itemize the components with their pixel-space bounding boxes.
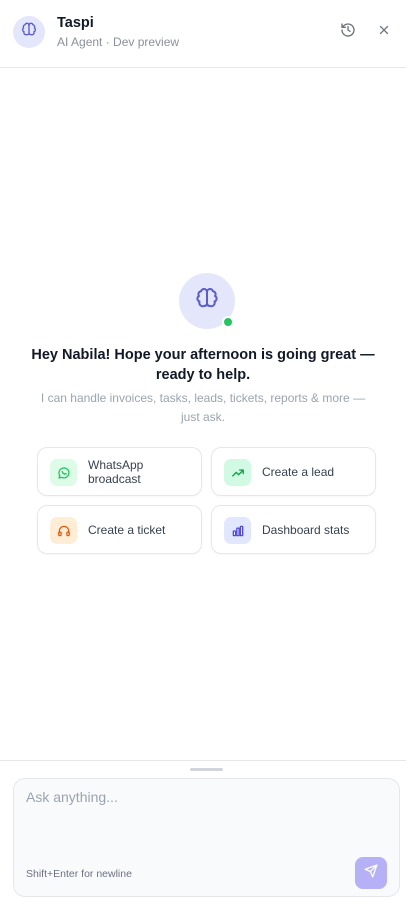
resize-handle[interactable] <box>190 768 223 771</box>
composer-area: Shift+Enter for newline <box>0 760 406 899</box>
whatsapp-icon <box>50 459 77 486</box>
greeting-text: Hey Nabila! Hope your afternoon is going… <box>31 347 375 383</box>
action-create-lead[interactable]: Create a lead <box>211 447 376 496</box>
chat-panel: Taspi AI Agent · Dev preview Hey Nabila!… <box>0 0 406 899</box>
send-icon <box>364 864 378 883</box>
online-status-dot <box>222 316 234 328</box>
action-create-ticket[interactable]: Create a ticket <box>37 505 202 554</box>
action-label: Create a lead <box>262 464 335 479</box>
headset-icon <box>50 517 77 544</box>
history-button[interactable] <box>338 22 358 42</box>
send-button[interactable] <box>355 857 387 889</box>
action-label: Dashboard stats <box>262 522 350 537</box>
history-icon <box>340 22 356 43</box>
message-input[interactable] <box>26 789 386 849</box>
newline-hint: Shift+Enter for newline <box>26 868 132 880</box>
action-whatsapp-broadcast[interactable]: WhatsApp broadcast <box>37 447 202 496</box>
close-icon <box>377 23 391 42</box>
close-button[interactable] <box>374 22 394 42</box>
trending-up-icon <box>224 459 251 486</box>
action-dashboard-stats[interactable]: Dashboard stats <box>211 505 376 554</box>
action-label: WhatsApp broadcast <box>88 457 144 486</box>
agent-avatar <box>13 16 45 48</box>
bar-chart-icon <box>224 517 251 544</box>
message-composer: Shift+Enter for newline <box>13 778 400 897</box>
brain-icon <box>195 287 219 316</box>
brain-icon <box>21 22 37 43</box>
agent-subtitle: AI Agent · Dev preview <box>57 35 180 49</box>
capabilities-text: I can handle invoices, tasks, leads, tic… <box>40 391 366 424</box>
chat-header: Taspi AI Agent · Dev preview <box>0 0 406 68</box>
agent-name: Taspi <box>57 15 94 31</box>
action-label: Create a ticket <box>88 522 166 537</box>
